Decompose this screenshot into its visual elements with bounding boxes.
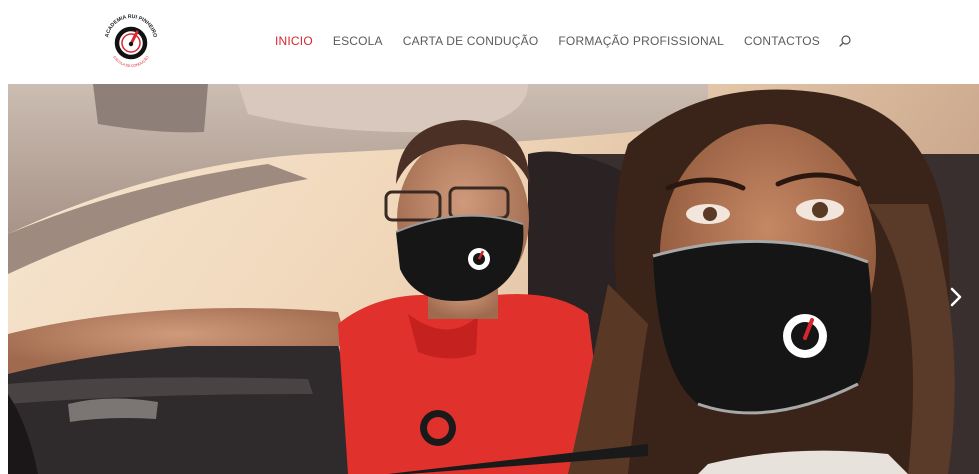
chevron-right-icon[interactable] xyxy=(947,284,965,310)
site-header: ACADEMIA RUI PINHEIRO ESCOLA DE CONDUÇÃO… xyxy=(0,0,979,84)
search-icon[interactable] xyxy=(838,34,852,48)
hero-slider xyxy=(8,84,979,474)
site-logo[interactable]: ACADEMIA RUI PINHEIRO ESCOLA DE CONDUÇÃO xyxy=(100,10,162,72)
hero-photo xyxy=(8,84,979,474)
nav-item-carta-de-conducao[interactable]: CARTA DE CONDUÇÃO xyxy=(403,34,539,48)
nav-item-contactos[interactable]: CONTACTOS xyxy=(744,34,820,48)
speedometer-logo-icon: ACADEMIA RUI PINHEIRO ESCOLA DE CONDUÇÃO xyxy=(104,14,157,68)
nav-item-inicio[interactable]: INICIO xyxy=(275,34,313,48)
nav-item-escola[interactable]: ESCOLA xyxy=(333,34,383,48)
main-nav: INICIO ESCOLA CARTA DE CONDUÇÃO FORMAÇÃO… xyxy=(275,32,852,50)
nav-item-formacao-profissional[interactable]: FORMAÇÃO PROFISSIONAL xyxy=(558,34,724,48)
